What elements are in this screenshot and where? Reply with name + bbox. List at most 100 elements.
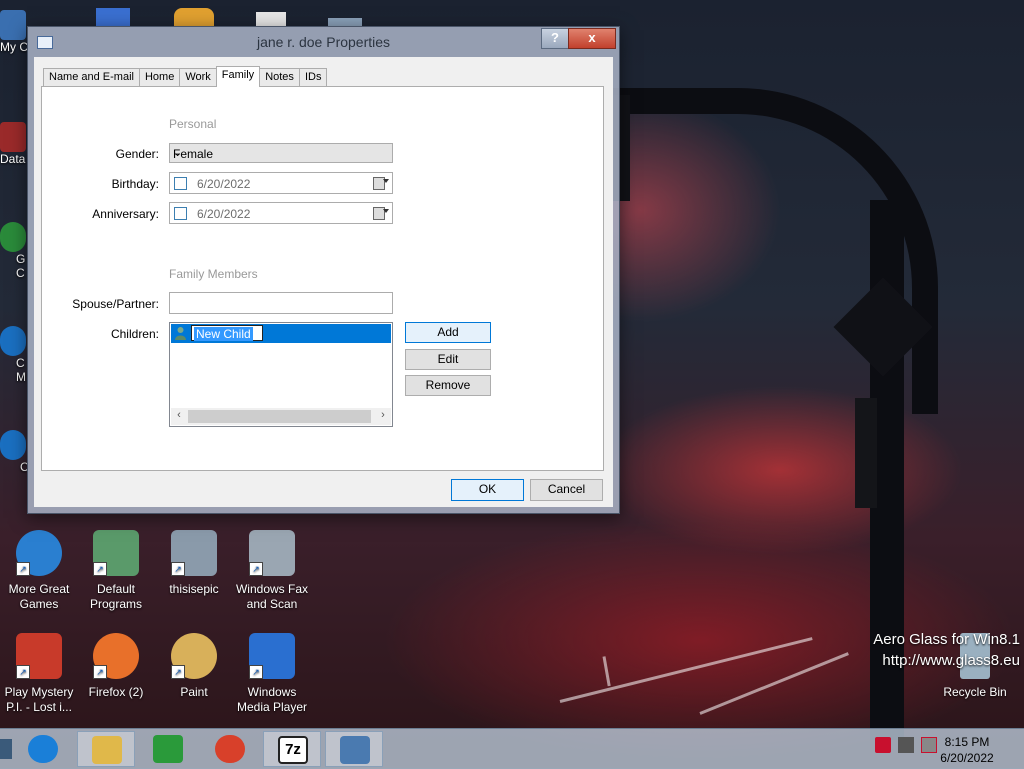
volume-muted-icon[interactable]: [875, 737, 891, 753]
clock-time: 8:15 PM: [944, 735, 990, 749]
desktop-icon-label: Paint: [180, 685, 208, 699]
taskbar: 7z 8:15 PM 6/20/2022: [0, 728, 1024, 769]
anniversary-checkbox[interactable]: [174, 207, 187, 220]
dialog-client: Name and E-mail Home Work Family Notes I…: [34, 57, 613, 507]
children-list[interactable]: New Child ‹ ›: [169, 322, 393, 427]
game-icon: ↗: [16, 633, 62, 679]
properties-dialog: jane r. doe Properties ? x Name and E-ma…: [27, 26, 620, 514]
start-button-edge[interactable]: [0, 739, 12, 759]
dropdown-arrow-icon[interactable]: [383, 179, 389, 183]
dropdown-arrow-icon[interactable]: [383, 209, 389, 213]
tab-ids[interactable]: IDs: [298, 68, 328, 86]
aero-glass-watermark: Aero Glass for Win8.1 http://www.glass8.…: [873, 629, 1020, 671]
desktop-icon-label: Windows Fax and Scan: [235, 582, 309, 611]
children-label: Children:: [110, 327, 159, 341]
desktop-icon-windows-fax-and-scan[interactable]: ↗ Windows Fax and Scan: [235, 530, 309, 612]
scroll-right-icon[interactable]: ›: [375, 409, 391, 421]
person-icon: [175, 327, 186, 340]
tab-name-and-email[interactable]: Name and E-mail: [43, 68, 140, 86]
cancel-button[interactable]: Cancel: [530, 479, 603, 501]
traffic-light: [855, 398, 877, 508]
taskbar-address-book[interactable]: [325, 731, 383, 767]
tab-family[interactable]: Family: [215, 66, 261, 87]
spouse-partner-label: Spouse/Partner:: [72, 297, 159, 311]
desktop-icon-label: Default Programs: [89, 582, 142, 611]
tab-strip: Name and E-mail Home Work Family Notes I…: [43, 66, 328, 87]
desktop-icon-firefox[interactable]: ↗ Firefox (2): [79, 633, 153, 700]
tab-work[interactable]: Work: [179, 68, 217, 86]
watermark-line2: http://www.glass8.eu: [882, 652, 1020, 669]
desktop-icon-paint[interactable]: ↗ Paint: [157, 633, 231, 700]
folder-icon: [92, 736, 122, 764]
close-button[interactable]: x: [568, 28, 616, 49]
road-streak: [602, 656, 611, 687]
seven-zip-icon: 7z: [278, 736, 308, 764]
desktop-icon-top-4[interactable]: [328, 18, 362, 26]
family-members-section-label: Family Members: [169, 267, 258, 281]
desktop-icon-more-great-games[interactable]: ↗ More Great Games: [2, 530, 76, 612]
add-child-button[interactable]: Add: [405, 322, 491, 343]
desktop-icon-label: More Great Games: [8, 582, 70, 611]
desktop-icon-label: Firefox (2): [88, 685, 144, 699]
media-player-icon: ↗: [249, 633, 295, 679]
birthday-label: Birthday:: [111, 177, 159, 191]
window-title: jane r. doe Properties: [256, 34, 391, 50]
list-item[interactable]: New Child: [171, 324, 391, 343]
ok-button[interactable]: OK: [451, 479, 524, 501]
default-programs-icon: ↗: [93, 530, 139, 576]
taskbar-internet-explorer[interactable]: [14, 731, 72, 767]
system-clock[interactable]: 8:15 PM 6/20/2022: [932, 734, 1002, 766]
birthday-checkbox[interactable]: [174, 177, 187, 190]
store-icon: [153, 735, 183, 763]
desktop-icon-windows-media-player[interactable]: ↗ Windows Media Player: [235, 633, 309, 715]
scroll-left-icon[interactable]: ‹: [171, 409, 187, 421]
taskbar-store[interactable]: [139, 731, 197, 767]
desktop-icon-default-programs[interactable]: ↗ Default Programs: [79, 530, 153, 612]
anniversary-date-picker[interactable]: 6/20/2022: [169, 202, 393, 224]
pictures-icon: ↗: [171, 530, 217, 576]
horizontal-scrollbar[interactable]: ‹ ›: [171, 408, 391, 425]
paint-icon: ↗: [171, 633, 217, 679]
title-bar[interactable]: jane r. doe Properties ? x: [28, 27, 619, 55]
gender-select[interactable]: Female ⌄: [169, 143, 393, 163]
desktop-icon-top-1[interactable]: [96, 8, 130, 26]
help-button[interactable]: ?: [541, 28, 569, 49]
desktop-icon-label: Recycle Bin: [943, 685, 1007, 699]
taskbar-file-explorer[interactable]: [77, 731, 135, 767]
network-icon[interactable]: [898, 737, 914, 753]
fax-icon: ↗: [249, 530, 295, 576]
chevron-down-icon: ⌄: [173, 147, 183, 159]
watermark-line1: Aero Glass for Win8.1: [873, 631, 1020, 648]
computer-icon: [0, 10, 26, 40]
taskbar-7zip[interactable]: 7z: [263, 731, 321, 767]
tab-home[interactable]: Home: [138, 68, 181, 86]
games-icon: ↗: [16, 530, 62, 576]
scrollbar-thumb[interactable]: [188, 410, 371, 423]
desktop-icon-top-2[interactable]: [174, 8, 214, 26]
child-name-edit[interactable]: New Child: [191, 325, 263, 341]
desktop-icon-mystery-pi[interactable]: ↗ Play Mystery P.I. - Lost i...: [2, 633, 76, 715]
anniversary-label: Anniversary:: [92, 207, 159, 221]
firefox-icon: ↗: [93, 633, 139, 679]
birthday-date-picker[interactable]: 6/20/2022: [169, 172, 393, 194]
contact-card-icon: [340, 736, 370, 764]
birthday-value: 6/20/2022: [197, 177, 251, 191]
clock-date: 6/20/2022: [940, 751, 994, 765]
remove-child-button[interactable]: Remove: [405, 375, 491, 396]
desktop-icon-label: Play Mystery P.I. - Lost i...: [4, 685, 74, 714]
internet-explorer-icon: [28, 735, 58, 763]
desktop-icon-top-3[interactable]: [256, 12, 286, 26]
app-icon: [0, 222, 26, 252]
family-tab-panel: Personal Gender: Female ⌄ Birthday: 6/20…: [41, 86, 604, 471]
spouse-partner-input[interactable]: [169, 292, 393, 314]
desktop-icon-thisisepic[interactable]: ↗ thisisepic: [157, 530, 231, 597]
tab-notes[interactable]: Notes: [259, 68, 300, 86]
database-icon: [0, 122, 26, 152]
chrome-icon: [215, 735, 245, 763]
desktop-icon-label: Windows Media Player: [236, 685, 308, 714]
road-streak: [559, 637, 813, 703]
anniversary-value: 6/20/2022: [197, 207, 251, 221]
desktop-icon-label: thisisepic: [169, 582, 219, 596]
edit-child-button[interactable]: Edit: [405, 349, 491, 370]
taskbar-chrome[interactable]: [201, 731, 259, 767]
